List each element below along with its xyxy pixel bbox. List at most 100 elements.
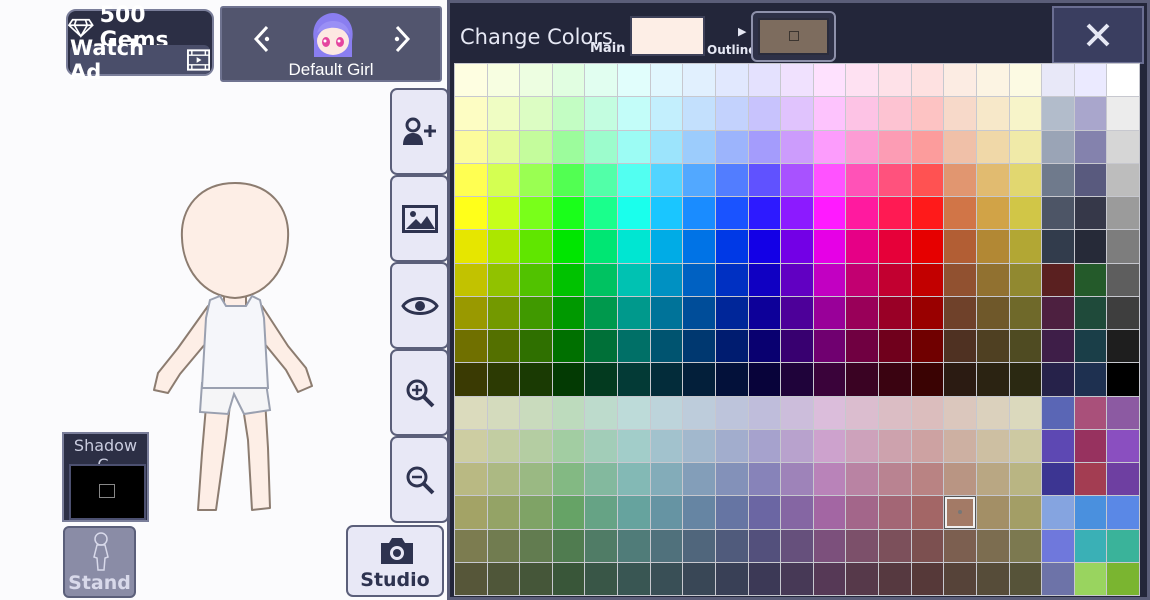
color-swatch[interactable] — [911, 562, 944, 595]
color-swatch[interactable] — [911, 97, 944, 130]
color-swatch[interactable] — [683, 396, 715, 429]
color-swatch[interactable] — [552, 130, 585, 163]
color-swatch[interactable] — [715, 529, 748, 562]
color-swatch[interactable] — [976, 463, 1009, 496]
color-swatch[interactable] — [455, 230, 487, 263]
color-swatch[interactable] — [748, 97, 781, 130]
color-swatch[interactable] — [748, 130, 781, 163]
color-swatch[interactable] — [715, 230, 748, 263]
color-swatch[interactable] — [552, 463, 585, 496]
color-swatch[interactable] — [911, 130, 944, 163]
color-swatch[interactable] — [520, 396, 552, 429]
color-swatch[interactable] — [487, 363, 520, 396]
color-swatch[interactable] — [781, 429, 813, 462]
color-swatch[interactable] — [520, 296, 552, 329]
color-swatch[interactable] — [650, 529, 683, 562]
color-swatch[interactable] — [944, 330, 976, 363]
color-swatch[interactable] — [455, 296, 487, 329]
color-swatch[interactable] — [552, 263, 585, 296]
color-swatch[interactable] — [911, 263, 944, 296]
color-swatch[interactable] — [813, 163, 846, 196]
color-swatch[interactable] — [1107, 97, 1139, 130]
color-swatch[interactable] — [748, 396, 781, 429]
shadow-color-swatch[interactable] — [69, 464, 146, 520]
color-swatch[interactable] — [618, 130, 650, 163]
color-swatch[interactable] — [976, 130, 1009, 163]
color-swatch[interactable] — [650, 562, 683, 595]
color-swatch[interactable] — [1107, 296, 1139, 329]
color-swatch[interactable] — [552, 396, 585, 429]
color-swatch[interactable] — [1042, 529, 1074, 562]
color-swatch[interactable] — [455, 64, 487, 97]
color-swatch[interactable] — [1107, 396, 1139, 429]
color-swatch[interactable] — [976, 529, 1009, 562]
color-swatch[interactable] — [1009, 463, 1042, 496]
color-swatch[interactable] — [683, 463, 715, 496]
color-swatch[interactable] — [487, 64, 520, 97]
color-swatch[interactable] — [520, 263, 552, 296]
color-swatch[interactable] — [487, 263, 520, 296]
color-swatch[interactable] — [976, 562, 1009, 595]
color-swatch[interactable] — [813, 296, 846, 329]
color-swatch[interactable] — [585, 529, 618, 562]
color-swatch[interactable] — [781, 496, 813, 529]
color-swatch[interactable] — [650, 230, 683, 263]
color-swatch[interactable] — [455, 330, 487, 363]
color-swatch[interactable] — [520, 64, 552, 97]
color-swatch[interactable] — [618, 496, 650, 529]
color-swatch[interactable] — [455, 396, 487, 429]
color-swatch[interactable] — [1042, 496, 1074, 529]
color-swatch[interactable] — [976, 163, 1009, 196]
color-swatch[interactable] — [683, 496, 715, 529]
color-swatch[interactable] — [1009, 429, 1042, 462]
zoom-out-button[interactable] — [390, 436, 449, 523]
color-swatch[interactable] — [944, 263, 976, 296]
color-swatch[interactable] — [781, 130, 813, 163]
color-swatch[interactable] — [1074, 163, 1107, 196]
color-swatch[interactable] — [552, 363, 585, 396]
stand-button[interactable]: Stand — [63, 526, 136, 598]
color-swatch[interactable] — [976, 429, 1009, 462]
color-swatch[interactable] — [879, 97, 911, 130]
color-swatch[interactable] — [879, 396, 911, 429]
color-swatch[interactable] — [683, 97, 715, 130]
color-swatch[interactable] — [650, 263, 683, 296]
color-swatch[interactable] — [846, 463, 879, 496]
color-swatch[interactable] — [813, 463, 846, 496]
color-swatch[interactable] — [846, 163, 879, 196]
color-swatch[interactable] — [911, 330, 944, 363]
color-swatch[interactable] — [650, 363, 683, 396]
color-swatch[interactable] — [813, 529, 846, 562]
color-swatch[interactable] — [552, 529, 585, 562]
color-swatch[interactable] — [715, 197, 748, 230]
color-swatch[interactable] — [455, 263, 487, 296]
color-swatch[interactable] — [1107, 562, 1139, 595]
color-swatch[interactable] — [520, 163, 552, 196]
color-swatch[interactable] — [715, 64, 748, 97]
color-swatch[interactable] — [618, 529, 650, 562]
color-swatch[interactable] — [846, 263, 879, 296]
color-swatch[interactable] — [944, 562, 976, 595]
color-swatch[interactable] — [781, 529, 813, 562]
color-swatch[interactable] — [585, 230, 618, 263]
color-swatch[interactable] — [976, 197, 1009, 230]
character-avatar[interactable] — [306, 11, 360, 61]
color-swatch[interactable] — [911, 197, 944, 230]
color-swatch[interactable] — [976, 330, 1009, 363]
color-swatch[interactable] — [911, 396, 944, 429]
color-swatch[interactable] — [683, 363, 715, 396]
color-swatch[interactable] — [487, 230, 520, 263]
color-swatch[interactable] — [1074, 296, 1107, 329]
color-swatch[interactable] — [879, 296, 911, 329]
color-swatch[interactable] — [715, 496, 748, 529]
color-swatch[interactable] — [650, 296, 683, 329]
color-swatch[interactable] — [455, 496, 487, 529]
color-swatch[interactable] — [846, 296, 879, 329]
color-swatch[interactable] — [1107, 130, 1139, 163]
color-swatch[interactable] — [879, 197, 911, 230]
color-swatch[interactable] — [715, 330, 748, 363]
color-swatch[interactable] — [944, 163, 976, 196]
color-swatch[interactable] — [487, 529, 520, 562]
color-swatch[interactable] — [683, 296, 715, 329]
color-swatch[interactable] — [683, 130, 715, 163]
